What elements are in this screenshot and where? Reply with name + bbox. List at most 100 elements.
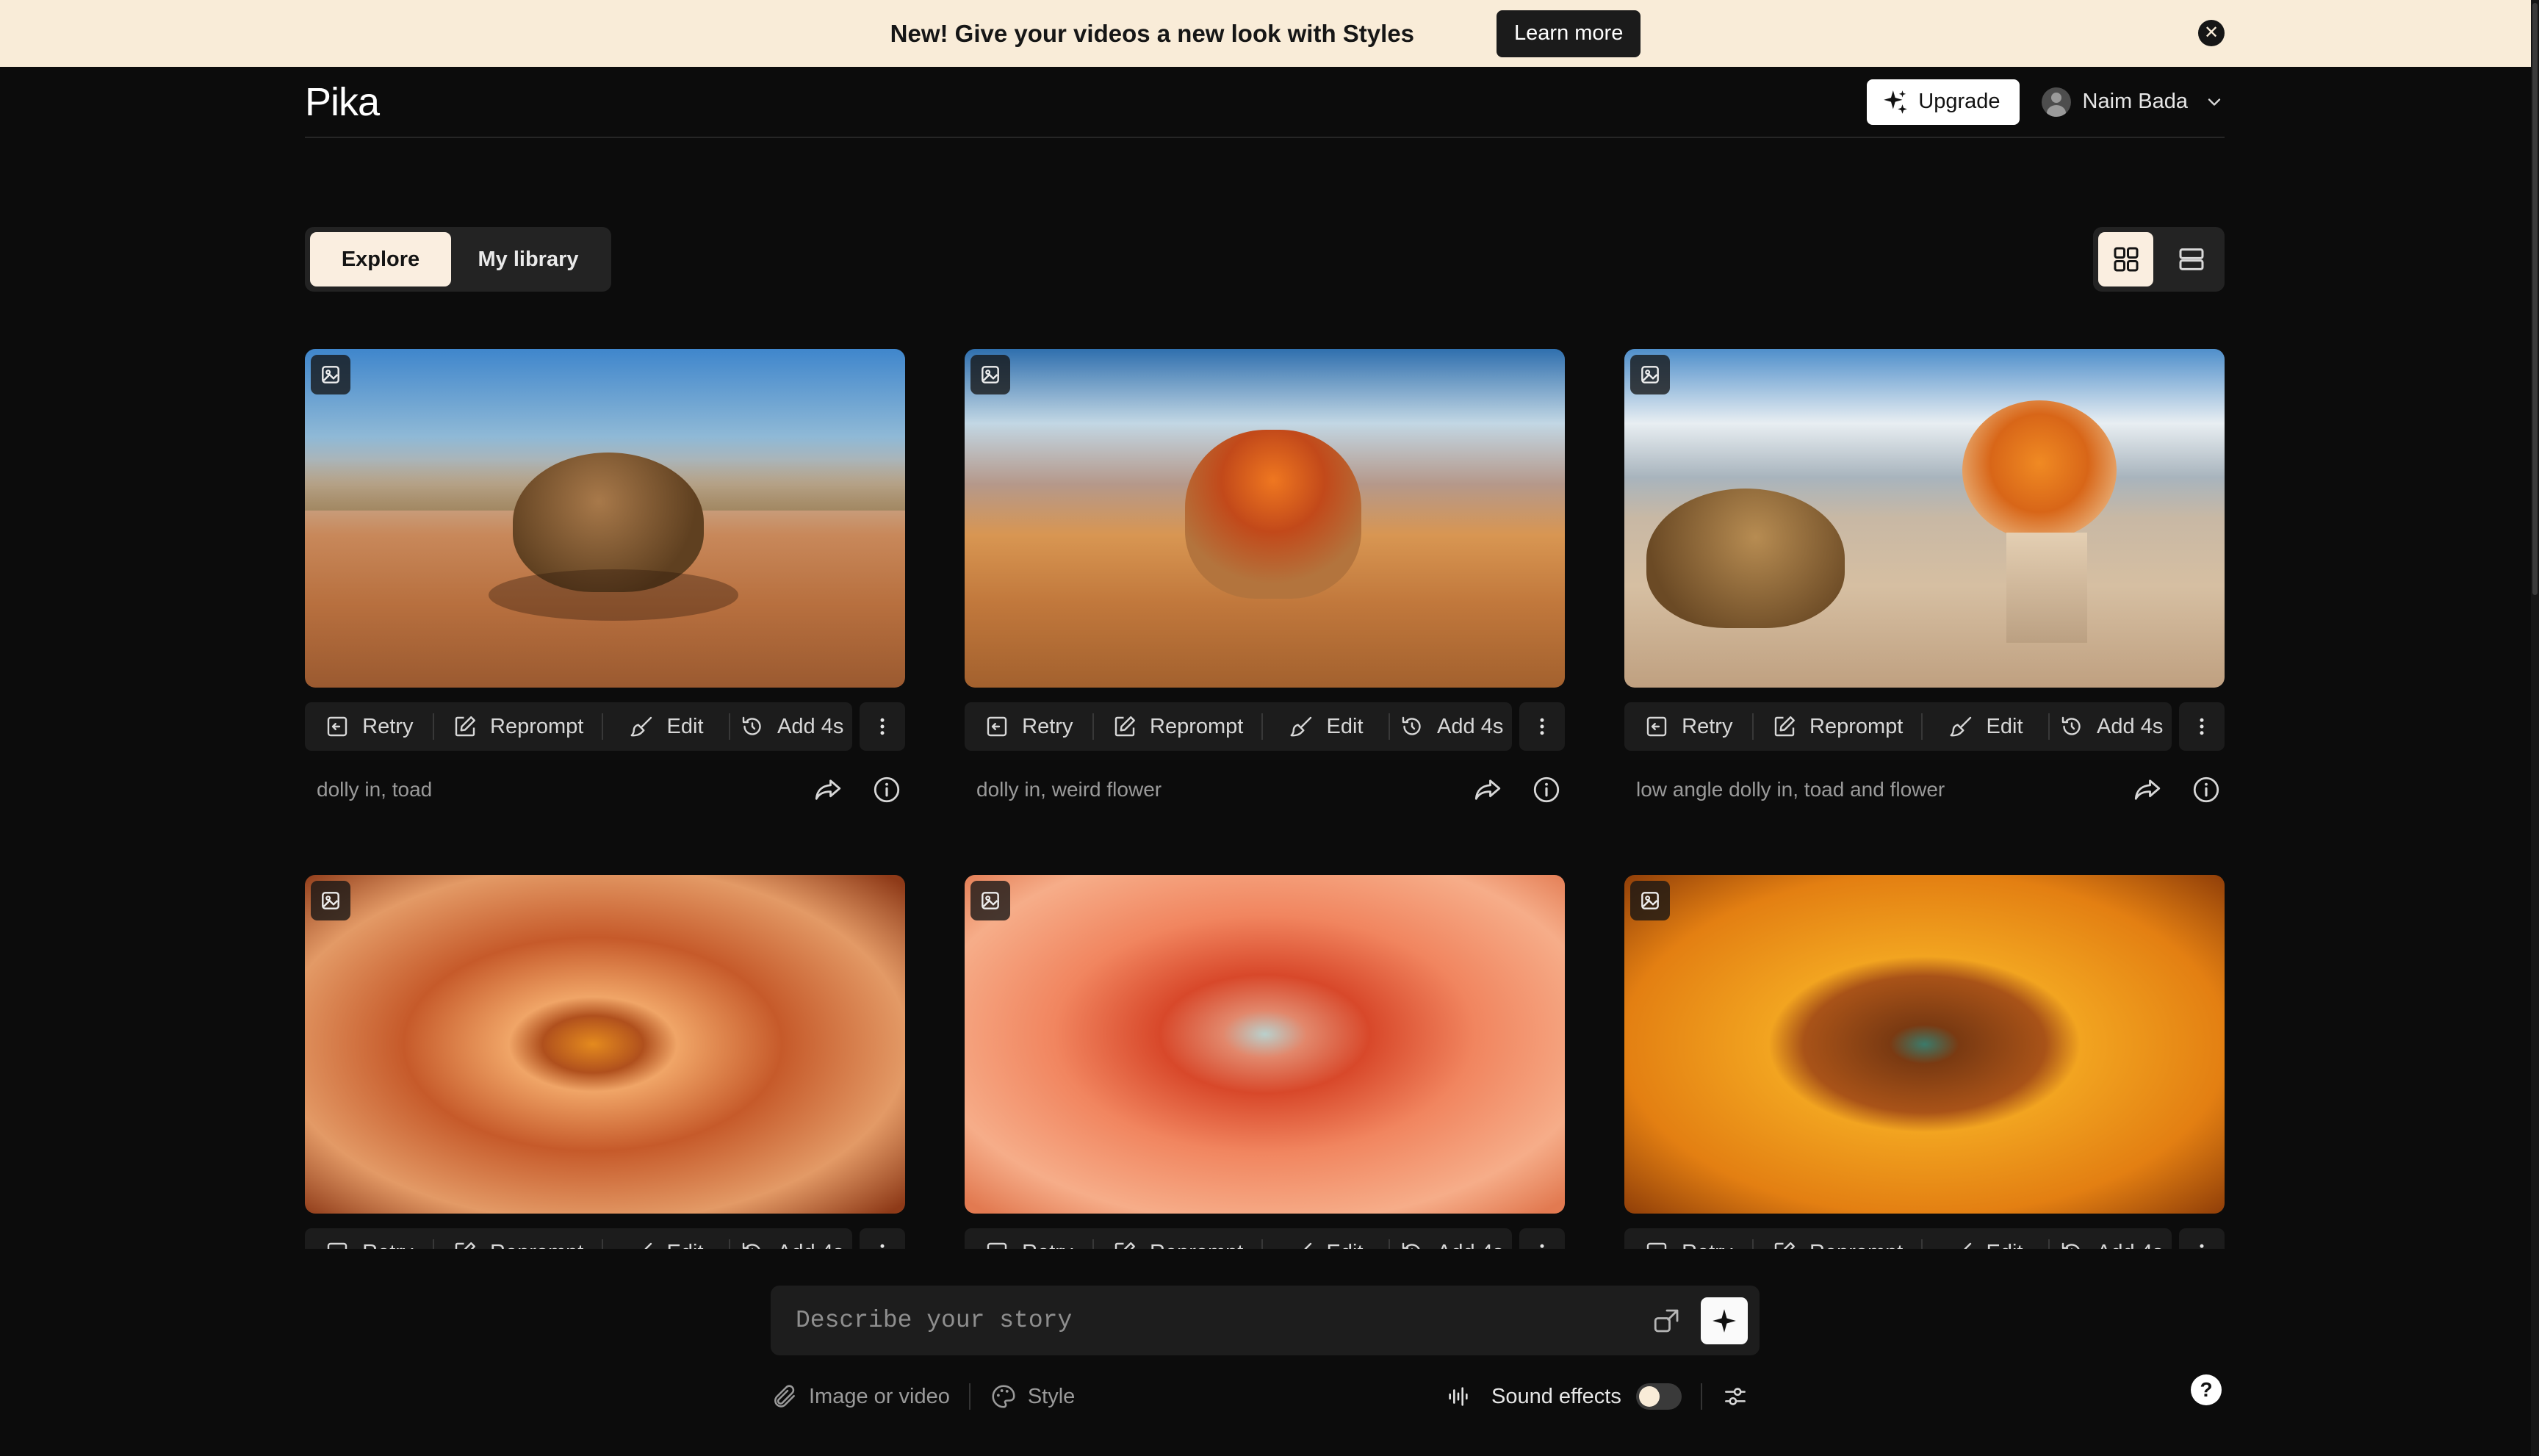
video-card: Retry Reprompt Edit Add 4s dolly in, wei… — [965, 349, 1565, 812]
add-time-label: Add 4s — [1437, 714, 1504, 738]
header-actions: Upgrade Naim Bada — [1867, 79, 2225, 125]
more-options-button[interactable] — [1519, 702, 1565, 751]
tab-my-library[interactable]: My library — [451, 232, 605, 286]
story-input[interactable] — [796, 1298, 1649, 1343]
learn-more-button[interactable]: Learn more — [1497, 10, 1641, 57]
image-icon — [322, 892, 339, 909]
info-button[interactable] — [1528, 771, 1565, 808]
scrollbar-thumb[interactable] — [2532, 3, 2538, 595]
generate-button[interactable] — [1701, 1297, 1748, 1344]
video-thumbnail[interactable] — [305, 349, 905, 688]
video-thumbnail[interactable] — [305, 875, 905, 1214]
pencil-square-icon — [455, 716, 475, 737]
video-thumbnail[interactable] — [1624, 349, 2225, 688]
tab-explore[interactable]: Explore — [310, 232, 451, 286]
sound-wave-icon — [1449, 1387, 1468, 1406]
retry-button[interactable]: Retry — [305, 702, 433, 751]
image-source-badge — [1630, 881, 1670, 920]
video-card: Retry Reprompt Edit Add 4s low angle dol… — [1624, 349, 2225, 812]
reprompt-button[interactable]: Reprompt — [1754, 702, 1921, 751]
close-icon[interactable]: ✕ — [2198, 20, 2225, 46]
flower-figure — [1962, 400, 2117, 540]
composer-tools-right: Sound effects — [1446, 1378, 1760, 1415]
image-icon — [982, 366, 999, 383]
edit-button[interactable]: Edit — [1923, 702, 2049, 751]
info-icon — [1533, 776, 1560, 803]
share-button[interactable] — [810, 771, 846, 808]
retry-label: Retry — [1022, 714, 1073, 738]
video-thumbnail[interactable] — [965, 349, 1565, 688]
style-label: Style — [1027, 1384, 1076, 1408]
story-composer — [771, 1286, 1760, 1355]
more-vertical-icon — [2200, 718, 2204, 735]
list-view-button[interactable] — [2164, 232, 2219, 286]
more-options-button[interactable] — [860, 702, 905, 751]
retry-icon — [1646, 716, 1667, 737]
card-footer: dolly in, toad — [305, 767, 905, 812]
more-vertical-icon — [880, 718, 885, 735]
add-time-button[interactable]: Add 4s — [2050, 702, 2172, 751]
share-button[interactable] — [1469, 771, 1506, 808]
top-header: Pika Upgrade Naim Bada — [305, 67, 2225, 138]
divider — [968, 1383, 970, 1410]
lock-ratio-button[interactable] — [1649, 1303, 1685, 1338]
image-icon — [322, 366, 339, 383]
edit-button[interactable]: Edit — [603, 702, 730, 751]
timer-plus-icon — [2061, 716, 2081, 735]
info-icon — [874, 776, 900, 803]
reprompt-button[interactable]: Reprompt — [1094, 702, 1261, 751]
info-icon — [2193, 776, 2219, 803]
page-scrollbar[interactable] — [2531, 0, 2539, 1456]
attach-media-button[interactable]: Image or video — [771, 1383, 950, 1410]
toad-figure — [1646, 489, 1845, 628]
toad-shadow — [489, 569, 738, 621]
video-card: Retry Reprompt Edit Add 4s — [305, 875, 905, 1277]
brush-icon — [1950, 716, 1971, 737]
retry-button[interactable]: Retry — [965, 702, 1092, 751]
share-icon — [815, 779, 841, 800]
video-thumbnail[interactable] — [1624, 875, 2225, 1214]
image-source-badge — [970, 355, 1010, 394]
attach-label: Image or video — [809, 1384, 950, 1408]
video-thumbnail[interactable] — [965, 875, 1565, 1214]
video-card: Retry Reprompt Edit Add 4s — [965, 875, 1565, 1277]
composer-tools-left: Image or video Style — [771, 1378, 1075, 1415]
grid-view-button[interactable] — [2098, 232, 2153, 286]
user-menu[interactable]: Naim Bada — [2041, 87, 2225, 117]
share-icon — [1474, 779, 1501, 800]
sound-switch[interactable] — [1635, 1383, 1682, 1410]
info-button[interactable] — [868, 771, 905, 808]
reprompt-label: Reprompt — [1150, 714, 1244, 738]
more-vertical-icon — [1540, 718, 1544, 735]
add-time-button[interactable]: Add 4s — [730, 702, 852, 751]
settings-button[interactable] — [1721, 1383, 1760, 1410]
sound-effects-toggle[interactable]: Sound effects — [1446, 1383, 1682, 1410]
switch-knob — [1638, 1386, 1660, 1407]
retry-button[interactable]: Retry — [1624, 702, 1752, 751]
add-time-button[interactable]: Add 4s — [1390, 702, 1512, 751]
share-button[interactable] — [2129, 771, 2166, 808]
upgrade-button[interactable]: Upgrade — [1867, 79, 2020, 125]
edit-button[interactable]: Edit — [1263, 702, 1389, 751]
image-source-badge — [311, 881, 350, 920]
pika-logo[interactable]: Pika — [305, 79, 380, 125]
reprompt-button[interactable]: Reprompt — [434, 702, 602, 751]
sound-label: Sound effects — [1491, 1384, 1621, 1408]
help-button[interactable]: ? — [2191, 1374, 2222, 1405]
flower-stem — [2006, 533, 2087, 643]
announcement-banner: New! Give your videos a new look with St… — [0, 0, 2531, 67]
info-button[interactable] — [2188, 771, 2225, 808]
more-options-button[interactable] — [2179, 702, 2225, 751]
retry-icon — [987, 716, 1007, 737]
pencil-square-icon — [1774, 716, 1795, 737]
card-actions: Retry Reprompt Edit Add 4s — [305, 702, 905, 751]
paperclip-icon — [774, 1385, 795, 1408]
style-button[interactable]: Style — [990, 1383, 1075, 1410]
card-footer: dolly in, weird flower — [965, 767, 1565, 812]
prompt-text: dolly in, toad — [317, 778, 433, 801]
flower-image — [1624, 875, 2225, 1214]
image-source-badge — [1630, 355, 1670, 394]
pencil-square-icon — [1114, 716, 1135, 737]
card-actions: Retry Reprompt Edit Add 4s — [1624, 702, 2225, 751]
action-bar: Retry Reprompt Edit Add 4s — [965, 702, 1512, 751]
